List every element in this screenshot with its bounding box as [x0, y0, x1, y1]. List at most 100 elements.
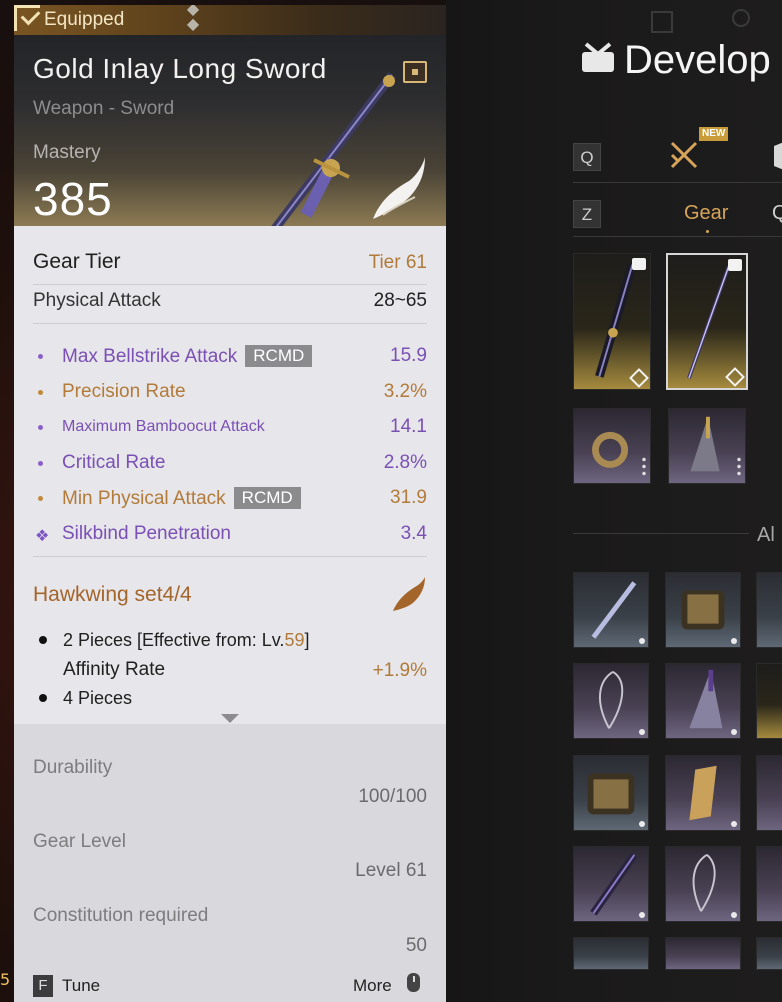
- durability-value: 100/100: [358, 786, 427, 807]
- panel-title: Develop: [624, 38, 771, 82]
- inventory-slot[interactable]: [573, 937, 649, 970]
- divider: [33, 556, 427, 557]
- inventory-slot[interactable]: [665, 572, 741, 648]
- constitution-label: Constitution required: [33, 905, 209, 926]
- inventory-slot[interactable]: [665, 755, 741, 831]
- slot-marker: [639, 912, 645, 918]
- slot-marker: [731, 912, 737, 918]
- develop-title-icon: [582, 42, 614, 72]
- inventory-slot[interactable]: [665, 937, 741, 970]
- accessory-slot[interactable]: [573, 408, 651, 484]
- stat-row: ❖ Silkbind Penetration 3.4: [33, 521, 427, 557]
- stat-label: Max Bellstrike Attack RCMD: [62, 345, 313, 368]
- gear-tier-label: Gear Tier: [33, 250, 121, 273]
- more-options-icon[interactable]: [642, 456, 646, 478]
- lock-icon[interactable]: [403, 61, 427, 83]
- item-name: Gold Inlay Long Sword: [33, 53, 327, 84]
- hawkwing-emblem-icon: [373, 157, 425, 219]
- set-4-pieces: 4 Pieces: [63, 688, 133, 708]
- inventory-slot[interactable]: [756, 937, 782, 970]
- stat-bullet-icon: [38, 496, 43, 501]
- gear-level-label: Gear Level: [33, 831, 126, 852]
- mastery-value: 385: [33, 173, 113, 225]
- tooltip-details: Durability 100/100 Gear Level Level 61 C…: [14, 724, 446, 1002]
- divider: [33, 284, 427, 285]
- slot-marker: [639, 638, 645, 644]
- grid-icon: [651, 11, 673, 33]
- hawkwing-set-icon: [393, 577, 425, 611]
- slot-marker: [731, 638, 737, 644]
- more-button[interactable]: More: [353, 976, 392, 996]
- stat-row: Max Bellstrike Attack RCMD 15.9: [33, 343, 427, 379]
- stat-value: 31.9: [390, 487, 427, 508]
- equipped-weapon-slot[interactable]: [573, 253, 651, 390]
- stat-label: Silkbind Penetration: [62, 522, 231, 544]
- inventory-slot[interactable]: [665, 663, 741, 739]
- more-options-icon[interactable]: [737, 456, 741, 478]
- stat-label: Min Physical Attack RCMD: [62, 487, 301, 510]
- slot-marker: [731, 821, 737, 827]
- stat-value: 2.8%: [383, 451, 427, 473]
- divider: [33, 323, 427, 324]
- lock-icon: [728, 259, 742, 271]
- rcmd-badge: RCMD: [233, 487, 301, 509]
- stat-value: 15.9: [390, 345, 427, 366]
- selected-weapon-slot[interactable]: [666, 253, 748, 390]
- equipped-banner: Equipped: [14, 5, 446, 35]
- stat-row: Maximum Bamboocut Attack 14.1: [33, 414, 427, 450]
- tab-next[interactable]: Q: [772, 202, 782, 225]
- tune-button[interactable]: Tune: [62, 976, 100, 996]
- expand-arrow-icon[interactable]: [221, 714, 239, 723]
- divider: [573, 182, 782, 183]
- stat-row: Critical Rate 2.8%: [33, 450, 427, 486]
- set-title: Hawkwing set4/4: [33, 583, 192, 606]
- stat-value: 14.1: [390, 416, 427, 437]
- equipped-check-icon: [14, 5, 40, 31]
- bullet-icon: [39, 694, 47, 702]
- tune-key: F: [33, 975, 53, 997]
- weapon-category-icon[interactable]: [668, 139, 700, 171]
- tooltip-header: Equipped ◆ ◆ Gold Inlay Long Sword Weapon…: [14, 5, 446, 226]
- bullet-icon: [39, 636, 47, 644]
- set-bonus-label: Affinity Rate: [63, 659, 166, 680]
- new-badge: NEW: [699, 127, 729, 141]
- stat-bullet-icon: [38, 460, 43, 466]
- stat-value: 3.4: [400, 522, 427, 544]
- item-type: Weapon - Sword: [33, 98, 175, 119]
- equipped-label: Equipped: [44, 9, 125, 30]
- set-2-pieces: 2 Pieces [Effective from: Lv.59]: [63, 630, 310, 650]
- filter-all-label[interactable]: Al: [757, 524, 775, 547]
- inventory-slot[interactable]: [665, 846, 741, 922]
- inventory-slot[interactable]: [573, 846, 649, 922]
- physical-attack-value: 28~65: [373, 290, 427, 311]
- key-q: Q: [573, 143, 601, 171]
- stat-label: Maximum Bamboocut Attack: [62, 418, 265, 435]
- inventory-slot[interactable]: [573, 572, 649, 648]
- inventory-slot[interactable]: [573, 755, 649, 831]
- inventory-slot[interactable]: [756, 755, 782, 831]
- stat-bullet-icon: [38, 425, 43, 430]
- stat-bullet-icon: [38, 389, 43, 395]
- set-bonus-value: +1.9%: [372, 660, 427, 681]
- physical-attack-label: Physical Attack: [33, 290, 161, 311]
- tab-gear[interactable]: Gear: [684, 202, 728, 225]
- key-z: Z: [573, 200, 601, 228]
- divider: [573, 236, 782, 237]
- inventory-slot[interactable]: [573, 663, 649, 739]
- compare-arrows-icon: ◆ ◆: [186, 5, 200, 33]
- armor-category-icon[interactable]: [772, 140, 782, 172]
- gear-level-value: Level 61: [355, 860, 427, 881]
- stat-bullet-icon: [38, 354, 43, 359]
- inventory-slot[interactable]: [756, 572, 782, 648]
- rcmd-badge: RCMD: [245, 345, 313, 367]
- gear-tier-value: Tier 61: [368, 252, 427, 273]
- slot-marker: [639, 729, 645, 735]
- slot-marker: [731, 729, 737, 735]
- inventory-slot[interactable]: [756, 663, 782, 739]
- accessory-slot[interactable]: [668, 408, 746, 484]
- slot-marker: [639, 821, 645, 827]
- gear-tier-row: Gear Tier Tier 61: [33, 250, 427, 280]
- inventory-slot[interactable]: [756, 846, 782, 922]
- map-pin-icon: [732, 9, 750, 27]
- stat-value: 3.2%: [383, 380, 427, 402]
